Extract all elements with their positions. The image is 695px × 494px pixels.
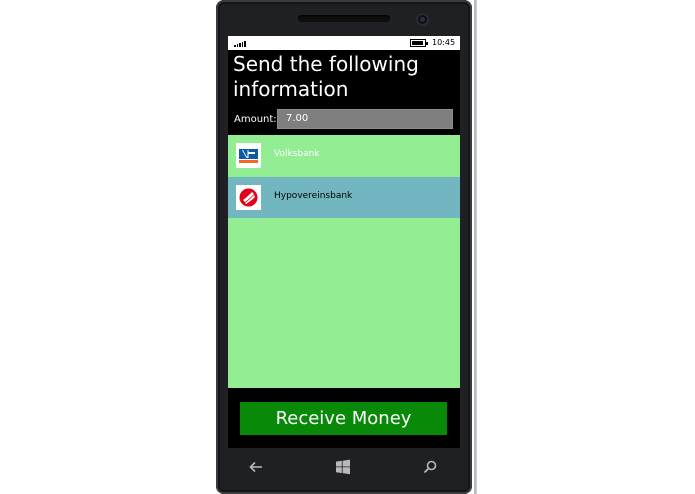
list-item-volksbank[interactable]: Volksbank xyxy=(228,135,460,176)
speaker-grille xyxy=(298,15,390,22)
status-time: 10:45 xyxy=(432,38,456,47)
hypovereinsbank-logo-icon xyxy=(236,185,261,210)
battery-icon xyxy=(410,39,428,47)
list-item-hypovereinsbank[interactable]: Hypovereinsbank xyxy=(228,177,460,218)
status-bar: 10:45 xyxy=(228,36,460,50)
search-icon[interactable] xyxy=(418,455,442,479)
page-title: Send the following information xyxy=(233,52,419,101)
receive-money-button[interactable]: Receive Money xyxy=(240,402,447,435)
bank-name: Volksbank xyxy=(274,149,320,159)
windows-start-icon[interactable] xyxy=(331,455,355,479)
bank-name: Hypovereinsbank xyxy=(274,191,353,201)
phone-frame: 10:45 Send the following information Amo… xyxy=(216,0,472,494)
volksbank-logo-icon xyxy=(236,143,261,168)
phone-screen: 10:45 Send the following information Amo… xyxy=(228,36,460,448)
signal-icon xyxy=(234,40,246,47)
amount-label: Amount: xyxy=(234,114,277,125)
back-arrow-icon[interactable] xyxy=(244,455,268,479)
window-edge-highlight xyxy=(476,0,477,494)
amount-input[interactable]: 7.00 xyxy=(277,109,453,129)
hardware-nav-bar xyxy=(216,450,472,484)
bank-list: Volksbank Hypovereinsbank xyxy=(228,135,460,388)
front-camera xyxy=(416,13,429,26)
